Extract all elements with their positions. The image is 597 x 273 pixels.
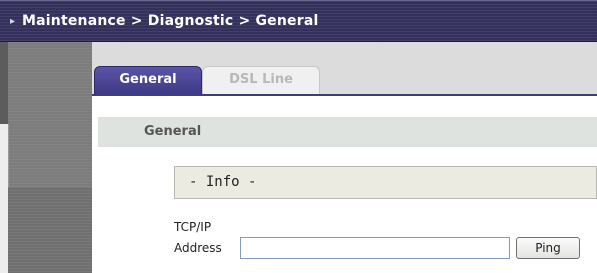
content-panel: General - Info - TCP/IP Address Ping bbox=[92, 94, 597, 273]
left-pane-edge bbox=[0, 42, 8, 124]
info-box: - Info - bbox=[174, 166, 597, 199]
ip-address-input[interactable] bbox=[240, 237, 510, 259]
left-pane-lower bbox=[8, 187, 92, 273]
ip-address-label-line2: Address bbox=[174, 241, 222, 255]
ip-address-label-line1: TCP/IP bbox=[174, 220, 212, 234]
ping-button[interactable]: Ping bbox=[516, 237, 580, 259]
section-header: General bbox=[98, 117, 597, 147]
section-title: General bbox=[144, 124, 202, 139]
tab-dsl-line[interactable]: DSL Line bbox=[202, 66, 320, 94]
left-pane bbox=[0, 42, 92, 273]
tab-general[interactable]: General bbox=[94, 66, 202, 94]
breadcrumb-arrow-icon: ▸ bbox=[10, 16, 16, 27]
info-label: - Info - bbox=[189, 174, 257, 190]
tab-strip: General DSL Line bbox=[92, 42, 597, 94]
title-bar: ▸ Maintenance > Diagnostic > General bbox=[0, 0, 597, 42]
breadcrumb: Maintenance > Diagnostic > General bbox=[22, 13, 319, 29]
